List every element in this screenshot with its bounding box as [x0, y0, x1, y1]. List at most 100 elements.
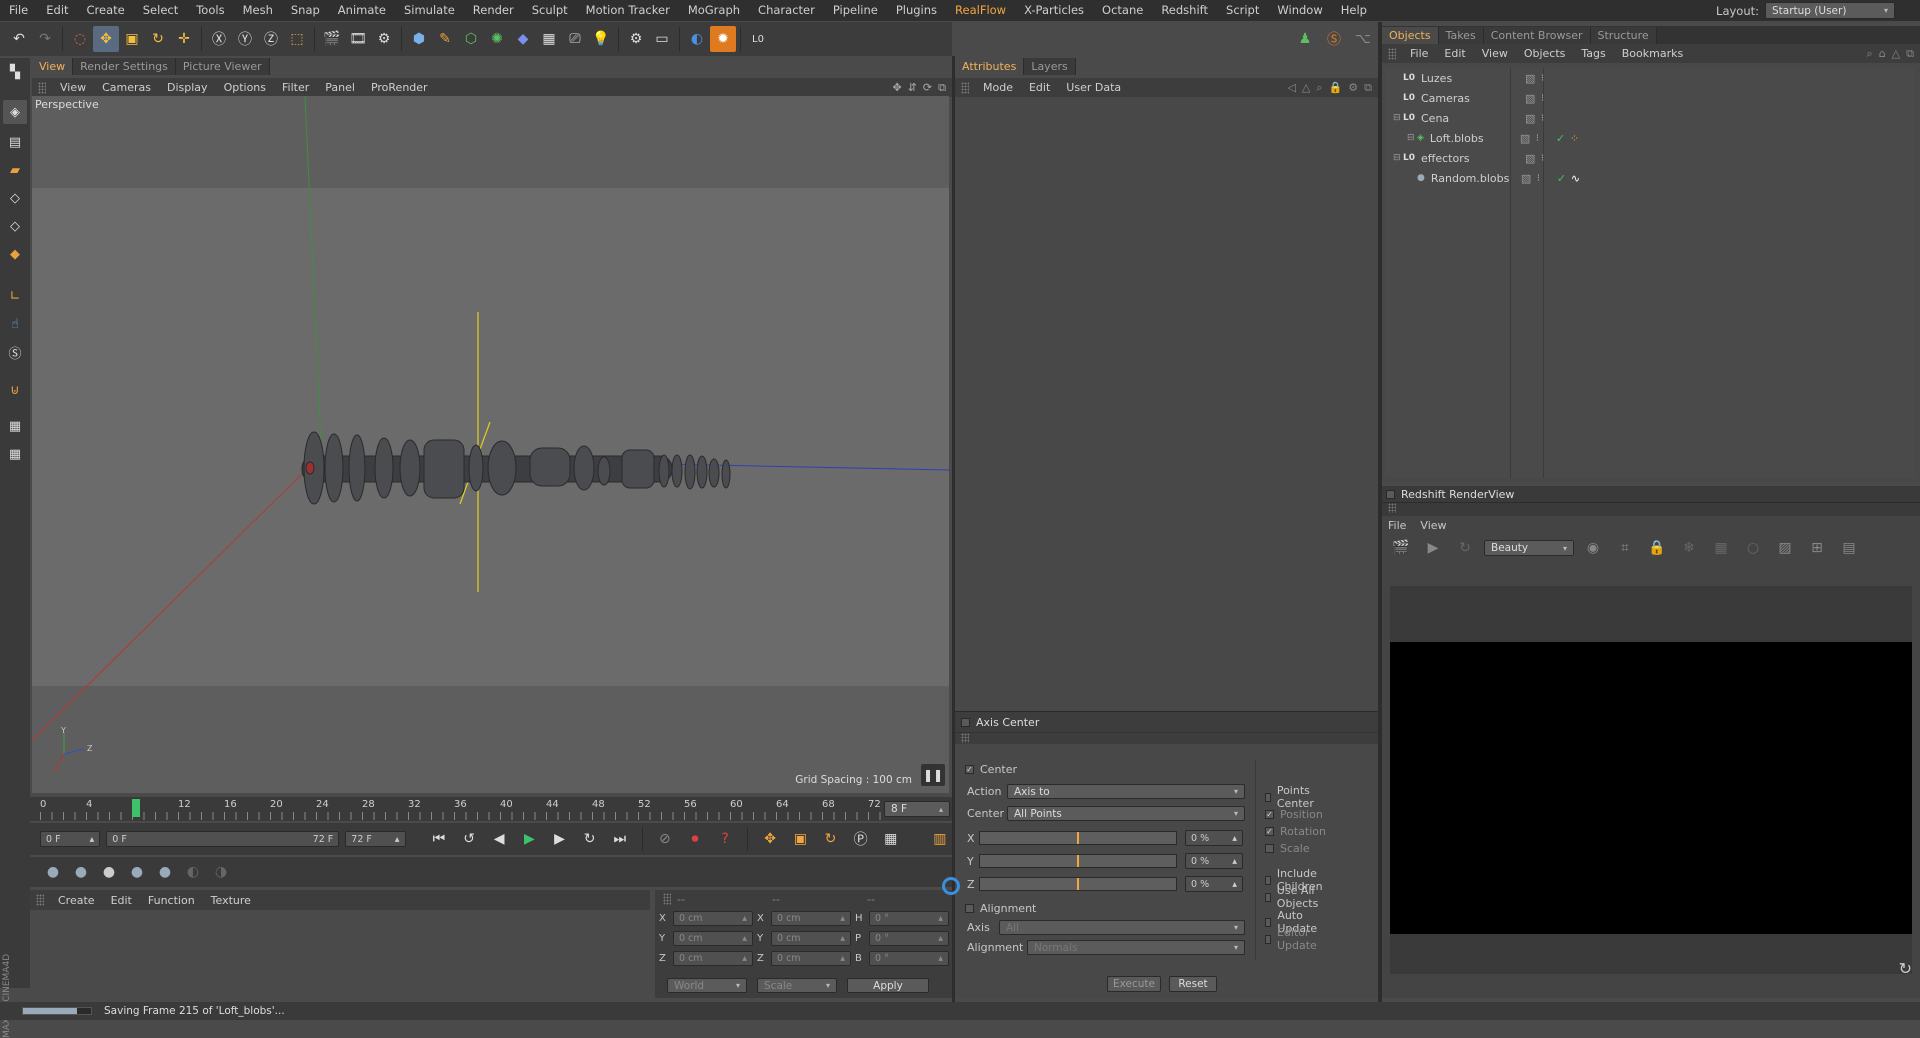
- rotate-icon[interactable]: ↻: [145, 26, 171, 52]
- menu-simulate[interactable]: Simulate: [395, 0, 464, 21]
- viewport-menu-view[interactable]: View: [52, 81, 94, 94]
- coord-value-field[interactable]: 0 cm ▴: [673, 930, 753, 946]
- redo-icon[interactable]: ↷: [32, 26, 58, 52]
- y-slider[interactable]: [979, 854, 1177, 868]
- viewport-menu-prorender[interactable]: ProRender: [363, 81, 436, 94]
- add-snapshot-icon[interactable]: ⊞: [1804, 535, 1830, 561]
- checkbox-checked-icon[interactable]: ✓: [965, 765, 974, 774]
- refresh-icon[interactable]: ↻: [1452, 535, 1478, 561]
- camera-icon[interactable]: ⎚: [562, 26, 588, 52]
- playhead[interactable]: [132, 799, 140, 817]
- up-icon[interactable]: △: [1892, 47, 1900, 61]
- end-frame-field[interactable]: 72 F ▴: [345, 831, 406, 847]
- tab-objects[interactable]: Objects: [1382, 27, 1439, 44]
- material-menu-texture[interactable]: Texture: [203, 894, 259, 907]
- key-param-icon[interactable]: Ⓟ: [849, 826, 873, 852]
- coord-value-field[interactable]: 0 cm ▴: [771, 930, 851, 946]
- subdivision-icon[interactable]: ⬡: [458, 26, 484, 52]
- object-name[interactable]: Cameras: [1421, 92, 1525, 105]
- go-to-start-icon[interactable]: ⏮: [427, 826, 451, 852]
- spline-tag-icon[interactable]: ∿: [1571, 172, 1580, 185]
- scale-icon[interactable]: ▣: [119, 26, 145, 52]
- polygons-mode-icon[interactable]: ◆: [3, 242, 27, 266]
- octane-icon[interactable]: ◐: [684, 26, 710, 52]
- x-slider-handle[interactable]: [1077, 832, 1079, 844]
- object-name[interactable]: Cena: [1421, 112, 1525, 125]
- edit-icon[interactable]: ▧: [1520, 132, 1532, 145]
- layer-icon[interactable]: L0: [745, 26, 771, 52]
- move-icon[interactable]: ✥: [93, 26, 119, 52]
- tag-icon[interactable]: ⁘: [1570, 132, 1579, 145]
- object-menu-objects[interactable]: Objects: [1516, 47, 1574, 60]
- checkbox-icon[interactable]: [1265, 792, 1271, 802]
- points-mode-icon[interactable]: ◇: [3, 186, 27, 210]
- attributes-menu-edit[interactable]: Edit: [1021, 81, 1058, 94]
- workplane-lock-icon[interactable]: ▦: [3, 414, 27, 438]
- object-list[interactable]: L0 Luzes ▧ ⁝ L0 Cameras ▧ ⁝ ⊟ L0 Cena ▧ ⁝ ⊟ ◈ Loft.blob…: [1385, 68, 1915, 478]
- timeline[interactable]: 04812162024283236404448525660646872 8 F▴: [30, 797, 952, 821]
- y-axis-lock-icon[interactable]: Ⓨ: [232, 26, 258, 52]
- coord-value-field[interactable]: 0 cm ▴: [673, 910, 753, 926]
- lock-icon[interactable]: 🔒: [1329, 81, 1343, 95]
- checkbox-checked-icon[interactable]: ✓: [1265, 827, 1274, 836]
- axis-dropdown[interactable]: All ▾: [999, 920, 1245, 935]
- visibility-icon[interactable]: ⁝: [1541, 113, 1561, 124]
- visibility-icon[interactable]: ⁝: [1541, 93, 1561, 104]
- settings-icon[interactable]: ⚙: [1348, 81, 1358, 95]
- autokey-help-icon[interactable]: ?: [713, 826, 737, 852]
- menu-tools[interactable]: Tools: [187, 0, 233, 21]
- cloner-icon[interactable]: ✺: [484, 26, 510, 52]
- viewport-menu-filter[interactable]: Filter: [274, 81, 317, 94]
- light-icon[interactable]: 💡: [588, 26, 614, 52]
- object-name[interactable]: Loft.blobs: [1430, 132, 1520, 145]
- lock-icon[interactable]: 🔒: [1644, 535, 1670, 561]
- viewport-menu-cameras[interactable]: Cameras: [94, 81, 159, 94]
- material-ball-icon[interactable]: ●: [68, 859, 94, 885]
- checkbox-icon[interactable]: [1265, 934, 1271, 944]
- alignment-checkbox-row[interactable]: Alignment: [965, 902, 1036, 915]
- pause-icon[interactable]: ❚❚: [921, 764, 945, 786]
- tab-structure[interactable]: Structure: [1590, 27, 1657, 44]
- visibility-icon[interactable]: ⁝: [1537, 173, 1557, 184]
- tab-takes[interactable]: Takes: [1438, 27, 1484, 44]
- tab-picture-viewer[interactable]: Picture Viewer: [175, 58, 270, 75]
- current-frame-field[interactable]: 8 F ▴: [884, 801, 950, 817]
- enabled-check-icon[interactable]: ✓: [1557, 172, 1571, 185]
- render-picture-viewer-icon[interactable]: 🎞: [345, 26, 371, 52]
- axis-mode-icon[interactable]: ∟: [3, 284, 27, 308]
- material-ball-icon[interactable]: ◐: [180, 859, 206, 885]
- menu-file[interactable]: File: [0, 0, 37, 21]
- object-row[interactable]: ⊟ L0 effectors ▧ ⁝: [1385, 148, 1905, 168]
- pen-icon[interactable]: ✎: [432, 26, 458, 52]
- menu-window[interactable]: Window: [1268, 0, 1331, 21]
- checkbox-icon[interactable]: [1265, 844, 1274, 853]
- apply-button[interactable]: Apply: [847, 978, 929, 993]
- render-settings-icon[interactable]: ⚙: [371, 26, 397, 52]
- home-icon[interactable]: ⌂: [1879, 47, 1886, 61]
- object-name[interactable]: Luzes: [1421, 72, 1525, 85]
- image-icon[interactable]: ▨: [1772, 535, 1798, 561]
- record-icon[interactable]: ⏺: [683, 826, 707, 852]
- object-row[interactable]: L0 Luzes ▧ ⁝: [1385, 68, 1905, 88]
- menu-render[interactable]: Render: [464, 0, 523, 21]
- viewport-menu-display[interactable]: Display: [159, 81, 216, 94]
- tab-attributes[interactable]: Attributes: [955, 58, 1025, 75]
- material-menu-edit[interactable]: Edit: [103, 894, 140, 907]
- redshift-menu-view[interactable]: View: [1420, 519, 1446, 532]
- solo-icon[interactable]: ▦: [3, 442, 27, 466]
- previous-key-icon[interactable]: ↺: [457, 826, 481, 852]
- menu-realflow[interactable]: RealFlow: [946, 0, 1015, 21]
- key-pla-icon[interactable]: ▦: [879, 826, 903, 852]
- coordinate-system-icon[interactable]: ⬚: [284, 26, 310, 52]
- coord-value-field[interactable]: 0 ° ▴: [869, 910, 949, 926]
- tab-render-settings[interactable]: Render Settings: [73, 58, 176, 75]
- menu-character[interactable]: Character: [749, 0, 824, 21]
- material-ball-icon[interactable]: ●: [152, 859, 178, 885]
- snowflake-icon[interactable]: ❄: [1676, 535, 1702, 561]
- edges-mode-icon[interactable]: ◇: [3, 214, 27, 238]
- start-frame-field[interactable]: 0 F ▴: [40, 831, 101, 847]
- up-icon[interactable]: △: [1302, 81, 1310, 95]
- coord-value-field[interactable]: 0 cm ▴: [673, 950, 753, 966]
- action-dropdown[interactable]: Axis to ▾: [1007, 784, 1245, 799]
- object-name[interactable]: Random.blobs: [1431, 172, 1521, 185]
